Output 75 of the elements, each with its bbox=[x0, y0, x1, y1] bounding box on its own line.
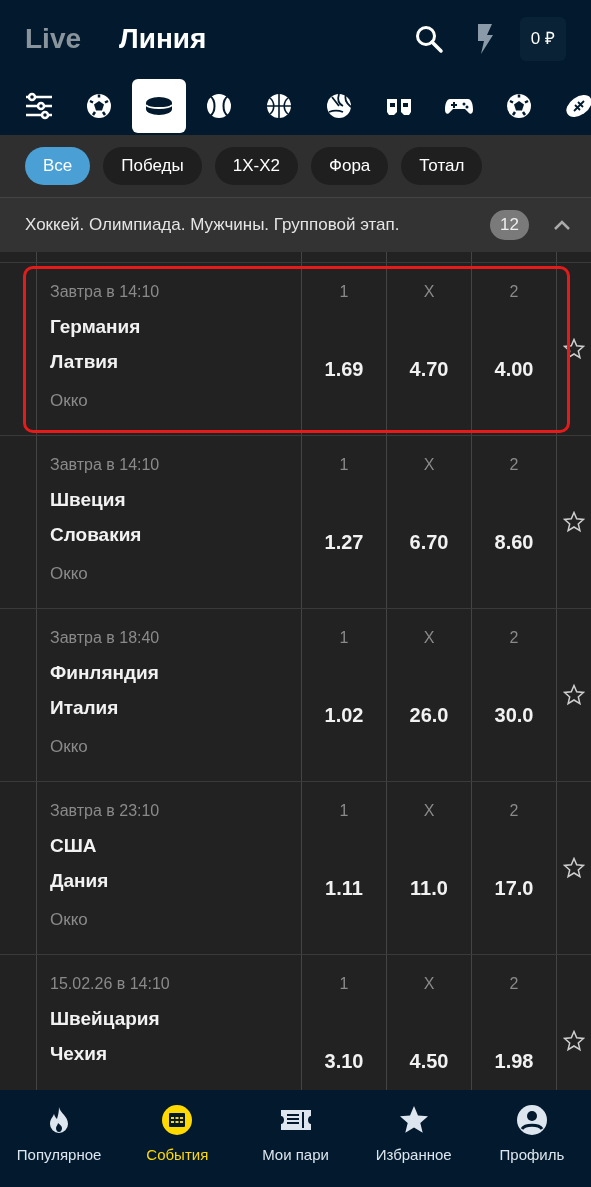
odds-header: X bbox=[423, 801, 435, 821]
odds-header: 1 bbox=[339, 455, 349, 475]
filter-chip[interactable]: Фора bbox=[311, 147, 389, 185]
header-tab[interactable]: Live bbox=[25, 18, 82, 60]
match-time: Завтра в 14:10 bbox=[50, 455, 161, 475]
star-icon bbox=[397, 1104, 430, 1136]
odds-value[interactable]: 3.10 bbox=[324, 1046, 364, 1076]
odds-header: 2 bbox=[509, 628, 519, 648]
hockey-puck-icon[interactable] bbox=[132, 79, 186, 133]
star-icon[interactable] bbox=[563, 338, 585, 360]
balance-button[interactable]: 0 ₽ bbox=[519, 17, 566, 61]
user-icon bbox=[515, 1104, 548, 1136]
team-name: Финляндия bbox=[50, 661, 160, 685]
odds-header: X bbox=[423, 455, 435, 475]
odds-header: 2 bbox=[509, 974, 519, 994]
odds-value[interactable]: 11.0 bbox=[410, 873, 448, 903]
star-icon[interactable] bbox=[563, 1030, 585, 1052]
event-count: 12 bbox=[490, 210, 529, 240]
odds-header: X bbox=[423, 974, 435, 994]
nav-tab[interactable]: События bbox=[118, 1090, 237, 1187]
odds-value[interactable]: 1.27 bbox=[324, 527, 364, 557]
odds-header: 2 bbox=[509, 455, 519, 475]
chevron-up-icon[interactable] bbox=[553, 219, 571, 231]
star-icon[interactable] bbox=[563, 684, 585, 706]
odds-value[interactable]: 1.98 bbox=[494, 1046, 534, 1076]
team-name: Дания bbox=[50, 869, 110, 893]
broadcaster-label: Окко bbox=[50, 909, 89, 931]
nav-tab[interactable]: Профиль bbox=[472, 1090, 591, 1187]
odds-header: X bbox=[423, 628, 435, 648]
broadcaster-label: Окко bbox=[50, 563, 89, 585]
odds-value[interactable]: 4.70 bbox=[409, 354, 449, 384]
odds-value[interactable]: 30.0 bbox=[494, 700, 534, 730]
nav-tab[interactable]: Мои пари bbox=[236, 1090, 355, 1187]
team-name: Италия bbox=[50, 696, 120, 720]
odds-value[interactable]: 1.11 bbox=[325, 873, 363, 903]
odds-header: 1 bbox=[339, 974, 349, 994]
team-name: Латвия bbox=[50, 350, 120, 374]
odds-value[interactable]: 6.70 bbox=[409, 527, 449, 557]
nav-tab[interactable]: Популярное bbox=[0, 1090, 119, 1187]
match-time: Завтра в 23:10 bbox=[50, 801, 161, 821]
filter-chip[interactable]: 1X-X2 bbox=[214, 147, 298, 185]
match-time: Завтра в 18:40 bbox=[50, 628, 161, 648]
team-name: США bbox=[50, 834, 98, 858]
star-icon[interactable] bbox=[563, 857, 585, 879]
odds-header: 2 bbox=[509, 801, 519, 821]
section-title: Хоккей. Олимпиада. Мужчины. Групповой этап. bbox=[25, 214, 401, 237]
odds-header: 1 bbox=[339, 628, 349, 648]
odds-value[interactable]: 1.69 bbox=[324, 354, 364, 384]
team-name: Чехия bbox=[50, 1042, 108, 1066]
team-name: Словакия bbox=[50, 523, 143, 547]
match-time: Завтра в 14:10 bbox=[50, 282, 161, 302]
team-name: Швеция bbox=[50, 488, 127, 512]
odds-value[interactable]: 1.02 bbox=[324, 700, 364, 730]
broadcaster-label: Окко bbox=[50, 736, 89, 758]
odds-header: 1 bbox=[339, 282, 349, 302]
odds-value[interactable]: 26.0 bbox=[409, 700, 449, 730]
odds-header: 2 bbox=[509, 282, 519, 302]
odds-header: X bbox=[423, 282, 435, 302]
match-time: 15.02.26 в 14:10 bbox=[50, 974, 171, 994]
broadcaster-label: Окко bbox=[50, 390, 89, 412]
filter-chip[interactable]: Тотал bbox=[401, 147, 483, 185]
odds-value[interactable]: 8.60 bbox=[494, 527, 534, 557]
filter-chip[interactable]: Победы bbox=[103, 147, 202, 185]
odds-value[interactable]: 4.00 bbox=[494, 354, 534, 384]
star-icon[interactable] bbox=[563, 511, 585, 533]
odds-value[interactable]: 4.50 bbox=[409, 1046, 449, 1076]
team-name: Германия bbox=[50, 315, 142, 339]
team-name: Швейцария bbox=[50, 1007, 161, 1031]
nav-tab[interactable]: Избранное bbox=[354, 1090, 473, 1187]
odds-header: 1 bbox=[339, 801, 349, 821]
odds-value[interactable]: 17.0 bbox=[494, 873, 534, 903]
search-icon[interactable] bbox=[413, 24, 444, 54]
header-tab[interactable]: Линия bbox=[119, 18, 207, 60]
calendar-icon bbox=[161, 1104, 194, 1136]
sliders-icon[interactable] bbox=[23, 90, 55, 122]
